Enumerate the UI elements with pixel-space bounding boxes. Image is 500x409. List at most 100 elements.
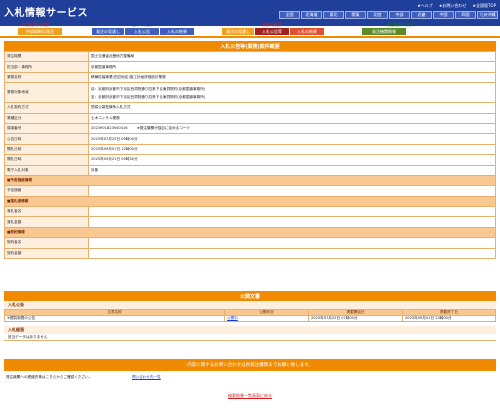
category-tab[interactable]: 入札の結果 [160, 28, 194, 35]
category-tab[interactable]: 発注機関情報 [362, 28, 406, 35]
back-to-results-link[interactable]: 検索結果一覧画面に戻る [228, 393, 272, 398]
table-row: ※閲覧制限の公告 公開中 2025年07月25日 07時00分 2025年09月… [4, 315, 496, 322]
row-label: 入札契約方式 [4, 102, 89, 114]
row-label: 公告日時 [4, 133, 89, 145]
help-link[interactable]: ★ヘルプ [417, 3, 433, 9]
back-link-container: 検索結果一覧画面に戻る [0, 393, 500, 399]
divider [0, 36, 500, 38]
category-tab[interactable]: 発注の見通し [222, 28, 254, 35]
contact-banner: 内容に関するお問い合わせは各発注機関までお願い致します。 [4, 359, 496, 371]
category-tabs: 発注機関情報 [362, 28, 406, 35]
row-value [88, 185, 496, 197]
site-logo[interactable]: 入札情報サービス [4, 4, 88, 19]
category-tabs: 中部縦断の発注 [18, 28, 62, 35]
row-value: 対象 [88, 164, 496, 176]
row-label: 発注機関 [4, 50, 89, 63]
detail-row: 入札契約方式 簡易公募型競争入札方式 [4, 102, 496, 114]
region-tab[interactable]: 全国 [279, 11, 300, 19]
detail-row: 契約者名 [4, 237, 496, 249]
detail-row: 業種区分 土木コンサル業務 [4, 112, 496, 124]
region-tab[interactable]: 近畿 [411, 11, 432, 19]
row-label: 担当部・事務所 [4, 61, 89, 73]
detail-row: 電子入札対象 対象 [4, 164, 496, 176]
results-panel: 入札経過 該当データはありません [4, 326, 496, 341]
detail-row: 開札日時 2025年09月01日 12時00分 [4, 143, 496, 156]
row-label: 業種区分 [4, 112, 89, 124]
region-tab[interactable]: 四国 [455, 11, 476, 19]
detail-row: 発注機関 国土交通省近畿地方整備局 [4, 50, 496, 63]
category-tabs: 発注の見通し 入札公告等 入札の結果 [222, 28, 324, 35]
detail-table: 発注機関 国土交通省近畿地方整備局 担当部・事務所 京都国道事務所 業務名称 精華拡幅… [4, 50, 496, 260]
region-tab[interactable]: 九州沖縄 [477, 11, 498, 19]
document-start: 2025年07月25日 07時00分 [308, 315, 403, 322]
detail-row: 公告日時 2025年07月25日 09時00分 [4, 133, 496, 145]
row-value [88, 206, 496, 218]
section-header-price: ■予定価格情報 [4, 174, 496, 187]
row-label: 契約者名 [4, 237, 89, 249]
row-value [88, 247, 496, 260]
document-status-link[interactable]: 公開中 [227, 316, 238, 320]
document-end: 2025年09月01日 23時00分 [402, 315, 496, 322]
results-subhead: 入札経過 [4, 326, 496, 334]
documents-subhead: 入札公告 [4, 301, 496, 309]
documents-title: 公開文書 [4, 291, 496, 301]
row-label: 落札者名 [4, 206, 89, 218]
detail-row: 落札者名 [4, 206, 496, 218]
category-tab[interactable]: 入札公告 [125, 28, 159, 35]
row-label: 開札日時 [4, 154, 89, 166]
region-tab[interactable]: 北陸 [367, 11, 388, 19]
region-tab[interactable]: 北海道 [301, 11, 322, 19]
row-value: 土木コンサル業務 [88, 112, 496, 124]
detail-row: 調達番号 2023901823940016 ※発注機関が独自に定めるコード [4, 122, 496, 135]
row-value: 簡易公募型競争入札方式 [88, 102, 496, 114]
row-value: 2025年07月25日 09時00分 [88, 133, 496, 145]
detail-row: 業務名称 精華拡幅事業(田辺地区)施工計画詳細設計業務 [4, 71, 496, 84]
detail-row: 担当部・事務所 京都国道事務所 [4, 61, 496, 73]
row-value [88, 216, 496, 228]
row-label: 契約金額 [4, 247, 89, 260]
no-data-message: 該当データはありません [4, 334, 496, 341]
row-value: 精華拡幅事業(田辺地区)施工計画詳細設計業務 [88, 71, 496, 84]
region-tab[interactable]: 中部 [389, 11, 410, 19]
row-label: 調達番号 [4, 122, 89, 135]
row-value: 自：京都府京都市下京区西洞院通り四条下る東洞院町(京都国道事務所) 至：京都府京… [88, 82, 496, 104]
region-tab[interactable]: 関東 [345, 11, 366, 19]
contact-list-link[interactable]: 問い合わせ先一覧 [132, 375, 161, 380]
section-row: ■契約情報 [4, 226, 496, 239]
documents-table: 文書名称 公開状況 掲載開始日 掲載終了日 ※閲覧制限の公告 公開中 2025年… [4, 309, 496, 322]
category-tab[interactable]: 中部縦断の発注 [18, 28, 62, 35]
row-label: 開札日時 [4, 143, 89, 156]
region-tab[interactable]: 中国 [433, 11, 454, 19]
row-value: 京都国道事務所 [88, 61, 496, 73]
row-value: 2025年09月01日 12時00分 [88, 143, 496, 156]
detail-row: 業務対象地域 自：京都府京都市下京区西洞院通り四条下る東洞院町(京都国道事務所) … [4, 82, 496, 104]
category-tab[interactable]: 入札公告等 [255, 28, 289, 35]
row-value: 国土交通省近畿地方整備局 [88, 50, 496, 63]
national-top-link[interactable]: ★全国版TOP [472, 3, 496, 9]
section-row: ■落札者情報 [4, 195, 496, 208]
region-tabs: 全国 北海道 東北 関東 北陸 中部 近畿 中国 四国 九州沖縄 [279, 11, 498, 19]
detail-row: 予定価格 [4, 185, 496, 197]
documents-panel: 公開文書 入札公告 文書名称 公開状況 掲載開始日 掲載終了日 ※閲覧制限の公告… [4, 291, 496, 322]
row-value: 2023901823940016 ※発注機関が独自に定めるコード [88, 122, 496, 135]
section-row: ■予定価格情報 [4, 174, 496, 187]
detail-panel: 入札公告等(業務)案件概要 発注機関 国土交通省近畿地方整備局 担当部・事務所 京都… [4, 41, 496, 260]
category-tab[interactable]: 発注の見通し [92, 28, 124, 35]
row-value: 2025年09月21日 09時30分 [88, 154, 496, 166]
detail-row: 落札金額 [4, 216, 496, 228]
row-label: 業務名称 [4, 71, 89, 84]
region-tab[interactable]: 東北 [323, 11, 344, 19]
section-header-winner: ■落札者情報 [4, 195, 496, 208]
contact-us-link[interactable]: ★お問い合わせ [439, 3, 467, 9]
row-label: 予定価格 [4, 185, 89, 197]
detail-row: 契約金額 [4, 247, 496, 260]
row-label: 落札金額 [4, 216, 89, 228]
row-value [88, 237, 496, 249]
contact-row: 発注機関への連絡先等はこちらからご確認ください。 問い合わせ先一覧 [4, 373, 496, 381]
section-header-contract: ■契約情報 [4, 226, 496, 239]
top-links: ★ヘルプ ★お問い合わせ ★全国版TOP [417, 3, 496, 9]
contact-message: 発注機関への連絡先等はこちらからご確認ください。 [6, 374, 93, 379]
category-tab[interactable]: 入札の結果 [290, 28, 324, 35]
row-label: 業務対象地域 [4, 82, 89, 104]
category-tabs: 発注の見通し 入札公告 入札の結果 [92, 28, 194, 35]
